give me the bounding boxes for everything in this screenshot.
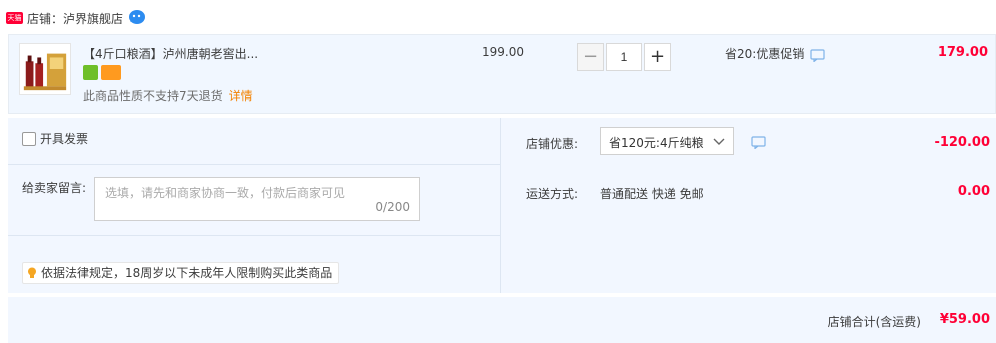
seller-message-label: 给卖家留言: xyxy=(22,181,87,195)
promotion-text: 省20:优惠促销 xyxy=(725,47,805,61)
shop-total-bar: 店铺合计(含运费) ¥59.00 xyxy=(8,297,996,343)
shop-discount-column: 店铺优惠: 省120元:4斤纯粮 -120.00 运送方式: 普通配送 快递 免… xyxy=(502,118,996,293)
unit-price: 199.00 xyxy=(482,45,524,59)
invoice-option[interactable]: 开具发票 xyxy=(22,130,88,147)
shipping-method-label: 运送方式: xyxy=(526,187,579,201)
credit-card-icon[interactable] xyxy=(101,65,121,80)
product-thumbnail[interactable] xyxy=(19,43,71,95)
quantity-increase-button[interactable]: + xyxy=(644,43,671,71)
lightbulb-icon xyxy=(28,267,36,278)
shop-discount-value: 省120元:4斤纯粮 xyxy=(609,136,704,150)
tmall-icon: 天猫 xyxy=(6,12,23,24)
shipping-method-value: 普通配送 快递 免邮 xyxy=(600,187,704,201)
promotion-info-icon[interactable] xyxy=(810,49,825,62)
shop-discount-select[interactable]: 省120元:4斤纯粮 xyxy=(600,127,734,155)
order-options-panel: 开具发票 给卖家留言: 选填，请先和商家协商一致，付款后商家可见 0/200 依… xyxy=(8,118,996,293)
seller-message-field[interactable]: 选填，请先和商家协商一致，付款后商家可见 0/200 xyxy=(94,177,420,221)
policy-detail-link[interactable]: 详情 xyxy=(229,89,253,103)
age-restriction-notice: 依据法律规定，18周岁以下未成年人限制购买此类商品 xyxy=(22,262,340,284)
divider xyxy=(8,235,501,236)
quantity-input[interactable] xyxy=(606,43,642,71)
discount-info-icon[interactable] xyxy=(751,136,766,149)
character-counter: 0/200 xyxy=(375,200,410,214)
divider xyxy=(8,164,501,165)
item-subtotal: 179.00 xyxy=(937,45,988,60)
wangwang-chat-icon[interactable] xyxy=(128,9,146,25)
shop-total-label: 店铺合计(含运费) xyxy=(827,315,921,329)
store-name-link[interactable]: 店铺：泸界旗舰店 xyxy=(27,10,123,27)
order-notes-column: 开具发票 给卖家留言: 选填，请先和商家协商一致，付款后商家可见 0/200 依… xyxy=(8,118,501,293)
shop-discount-label: 店铺优惠: xyxy=(526,137,579,151)
shop-discount-amount: -120.00 xyxy=(934,135,990,150)
service-guarantee-icon[interactable] xyxy=(83,65,98,80)
shipping-fee: 0.00 xyxy=(957,184,990,199)
cart-item-row: 【4斤口粮酒】泸州唐朝老窖出... 此商品性质不支持7天退货 详情 199.00 … xyxy=(8,34,996,114)
seller-message-placeholder: 选填，请先和商家协商一致，付款后商家可见 xyxy=(105,186,346,200)
quantity-decrease-button[interactable]: − xyxy=(577,43,604,71)
return-policy-note: 此商品性质不支持7天退货 详情 xyxy=(83,87,253,104)
product-title-link[interactable]: 【4斤口粮酒】泸州唐朝老窖出... xyxy=(83,45,258,62)
age-restriction-text: 依据法律规定，18周岁以下未成年人限制购买此类商品 xyxy=(41,266,333,280)
invoice-checkbox[interactable] xyxy=(22,132,36,146)
invoice-label: 开具发票 xyxy=(40,132,89,146)
chevron-down-icon xyxy=(713,138,725,145)
shop-total-amount: ¥59.00 xyxy=(939,312,990,327)
store-header: 天猫 店铺：泸界旗舰店 xyxy=(0,0,996,34)
return-policy-text: 此商品性质不支持7天退货 xyxy=(83,89,223,103)
